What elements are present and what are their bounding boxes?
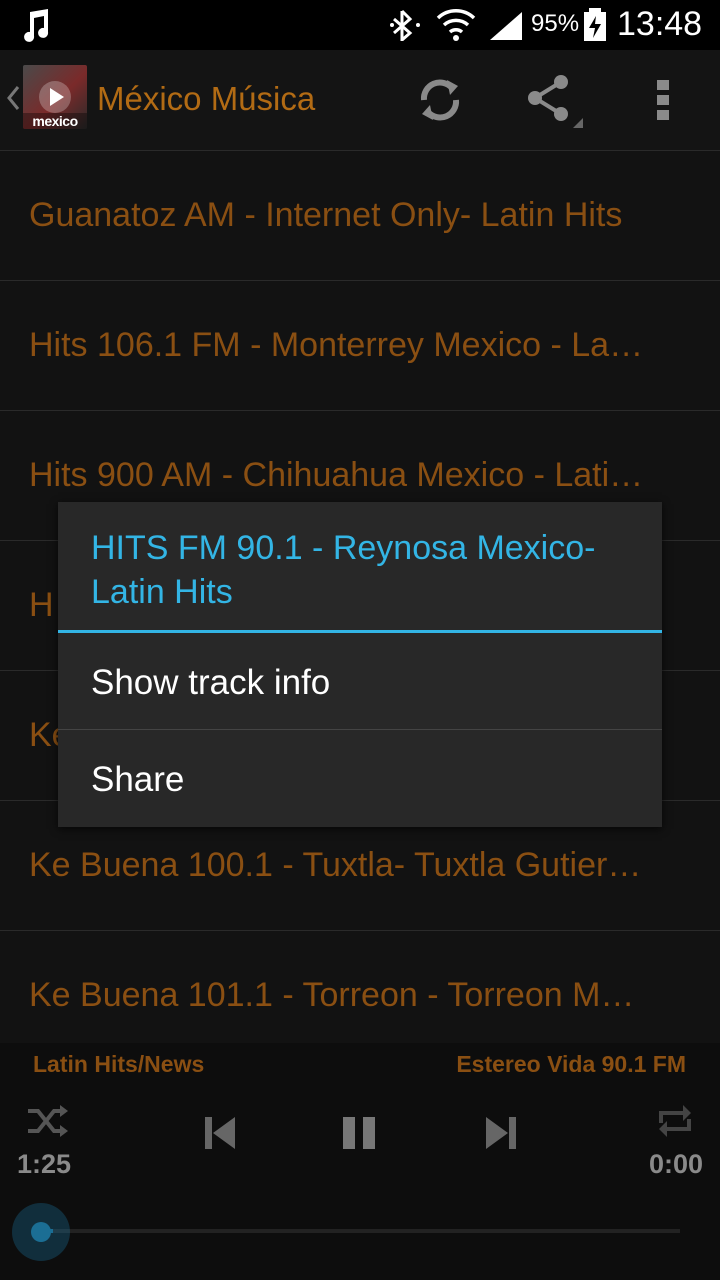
station-label: Hits 900 AM - Chihuahua Mexico - Latin H… [29, 456, 649, 494]
station-label: Ke Buena 100.1 - Tuxtla- Tuxtla Gutierre… [29, 846, 649, 884]
show-track-info-option[interactable]: Show track info [58, 633, 662, 730]
context-dialog: HITS FM 90.1 - Reynosa Mexico- Latin Hit… [58, 502, 662, 827]
station-label: Hits 106.1 FM - Monterrey Mexico - Latin… [29, 326, 649, 364]
battery-icon [583, 8, 607, 47]
repeat-icon[interactable] [655, 1103, 695, 1144]
option-label: Share [91, 760, 185, 799]
signal-icon [488, 10, 524, 47]
shuffle-icon[interactable] [26, 1103, 70, 1144]
seek-bar[interactable] [40, 1229, 680, 1233]
list-item[interactable]: Guanatoz AM - Internet Only- Latin Hits [0, 151, 720, 281]
battery-percent: 95% [531, 10, 580, 37]
previous-icon[interactable] [203, 1115, 237, 1156]
list-item[interactable]: Hits 106.1 FM - Monterrey Mexico - Latin… [0, 281, 720, 411]
back-chevron-icon[interactable] [5, 83, 21, 118]
station-label: Guanatoz AM - Internet Only- Latin Hits [29, 196, 623, 234]
list-item[interactable]: Ke Buena 101.1 - Torreon - Torreon Mexic… [0, 931, 720, 1061]
share-option[interactable]: Share [58, 730, 662, 826]
station-label: Ke Buena 101.1 - Torreon - Torreon Mexic… [29, 976, 649, 1014]
refresh-icon[interactable] [414, 74, 466, 131]
now-playing-genre: Latin Hits/News [33, 1051, 205, 1077]
pause-icon[interactable] [341, 1115, 379, 1156]
player-panel: Latin Hits/News Estereo Vida 90.1 FM 1:2… [0, 1043, 720, 1280]
dialog-title: HITS FM 90.1 - Reynosa Mexico- Latin Hit… [91, 529, 596, 611]
app-logo[interactable]: mexico [23, 65, 87, 129]
seek-thumb[interactable] [12, 1203, 70, 1261]
elapsed-time: 1:25 [17, 1149, 72, 1179]
overflow-menu-icon[interactable] [652, 78, 674, 127]
total-time: 0:00 [648, 1149, 703, 1179]
now-playing-station: Estereo Vida 90.1 FM [456, 1051, 686, 1077]
wifi-icon [436, 8, 476, 49]
bluetooth-icon [388, 9, 422, 46]
clock: 13:48 [617, 5, 703, 43]
share-icon[interactable] [525, 74, 587, 135]
next-icon[interactable] [484, 1115, 518, 1156]
action-bar: mexico México Música [0, 50, 720, 151]
music-note-icon [20, 8, 52, 47]
app-title: México Música [97, 80, 316, 117]
logo-text: mexico [23, 113, 87, 129]
status-bar: 95% 13:48 [0, 0, 720, 50]
option-label: Show track info [91, 663, 331, 702]
